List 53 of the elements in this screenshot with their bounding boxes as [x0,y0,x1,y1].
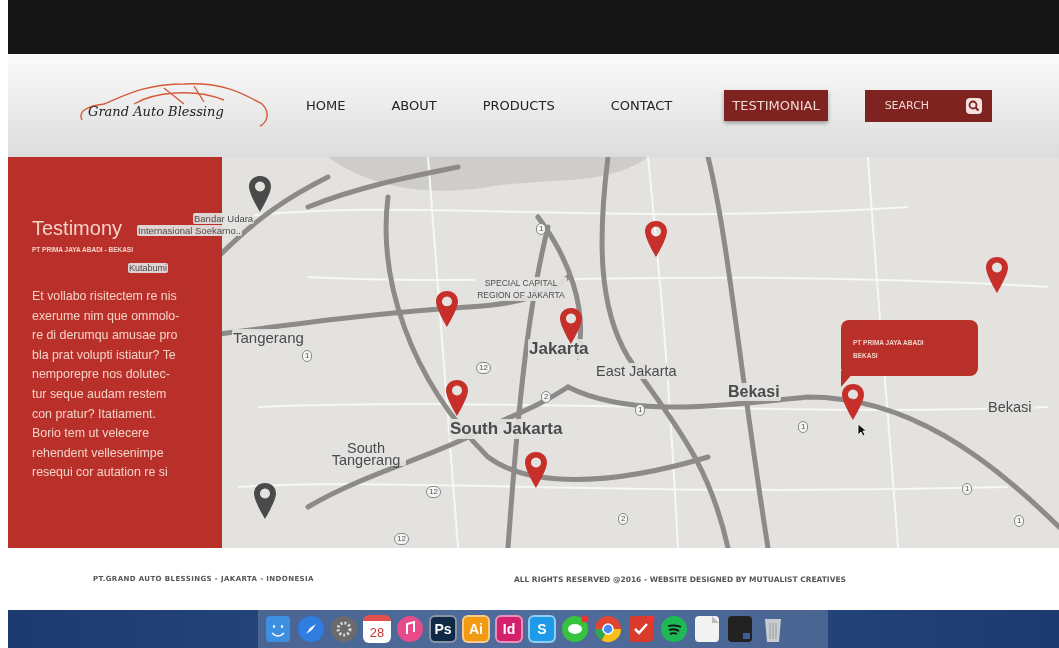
app-icon[interactable]: Ps [429,615,457,643]
map-place-label: Bekasi [987,399,1033,415]
nav-link[interactable]: HOME [298,90,354,121]
map-place-label: Tangerang [232,329,305,346]
map-place-label: Bekasi [727,383,781,401]
map-pin-icon[interactable] [436,291,458,327]
road-number-label: 1 [302,350,313,362]
road-number-label: 1 [1014,515,1025,527]
gear-icon[interactable] [330,615,358,643]
map-pin-icon[interactable] [249,176,271,212]
map-pin-icon[interactable] [254,483,276,519]
map-place-label: Bandar Udara [193,213,255,224]
nav-link[interactable]: PRODUCTS [474,90,563,121]
calendar-icon[interactable]: 28 [363,615,391,643]
checklist-icon[interactable] [627,615,655,643]
map-place-label: South Jakarta [449,419,564,439]
nav-tab-active[interactable]: TESTIMONIAL [724,90,828,121]
logo-text[interactable]: Grand Auto Blessing [88,103,224,119]
app-icon[interactable]: Id [495,615,523,643]
road-number-label: 2 [541,391,552,403]
road-number-label: 12 [394,533,409,545]
document-icon[interactable] [693,615,721,643]
search-icon [965,97,982,114]
sound-waves-icon[interactable] [660,615,688,643]
nav-link[interactable]: CONTACT [602,90,681,121]
road-number-label: 1 [798,421,809,433]
road-number-label: 12 [476,362,491,374]
map-pin-icon[interactable] [842,384,864,420]
smiling-face-icon[interactable] [264,615,292,643]
road-number-label: 1 [635,404,646,416]
circle-logo-icon[interactable] [594,615,622,643]
nav-link[interactable]: ABOUT [383,90,445,121]
chat-bubble-icon[interactable] [561,615,589,643]
map-place-label: East Jakarta [595,363,678,379]
map-pin-icon[interactable] [446,380,468,416]
compass-icon[interactable] [297,615,325,643]
map-place-label: SPECIAL CAPITAL REGION OF JAKARTA [475,277,567,301]
monitor-icon[interactable] [726,615,754,643]
map-place-label: Kutabumi [128,263,169,273]
road-number-label: 1 [536,223,547,235]
map-place-label: Internasional Soekarno.. [137,225,242,236]
map-pin-icon[interactable] [645,221,667,257]
testimony-text: Et vollabo risitectem re nis exerume nim que ommolo- re di derumqu amusae pro bla prat volupti istiatur? Te nemporepre nos dolutec- tur seque audam restem con pratur? Itatiament. Borio tem ut velecere rehendent vellesenimpe resequi cor autation re si [32,288,181,482]
road-number-label: 12 [426,486,441,498]
map-pin-icon[interactable] [560,308,582,344]
testimony-title: Testimony [32,217,123,240]
search-button[interactable]: SEARCH [864,89,992,122]
map-place-label: Jakarta [528,339,590,359]
road-number-label: 2 [618,513,629,525]
mouse-cursor-icon [857,423,867,437]
map-pin-icon[interactable] [986,257,1008,293]
map-pin-icon[interactable] [525,452,547,488]
road-number-label: 1 [962,483,973,495]
